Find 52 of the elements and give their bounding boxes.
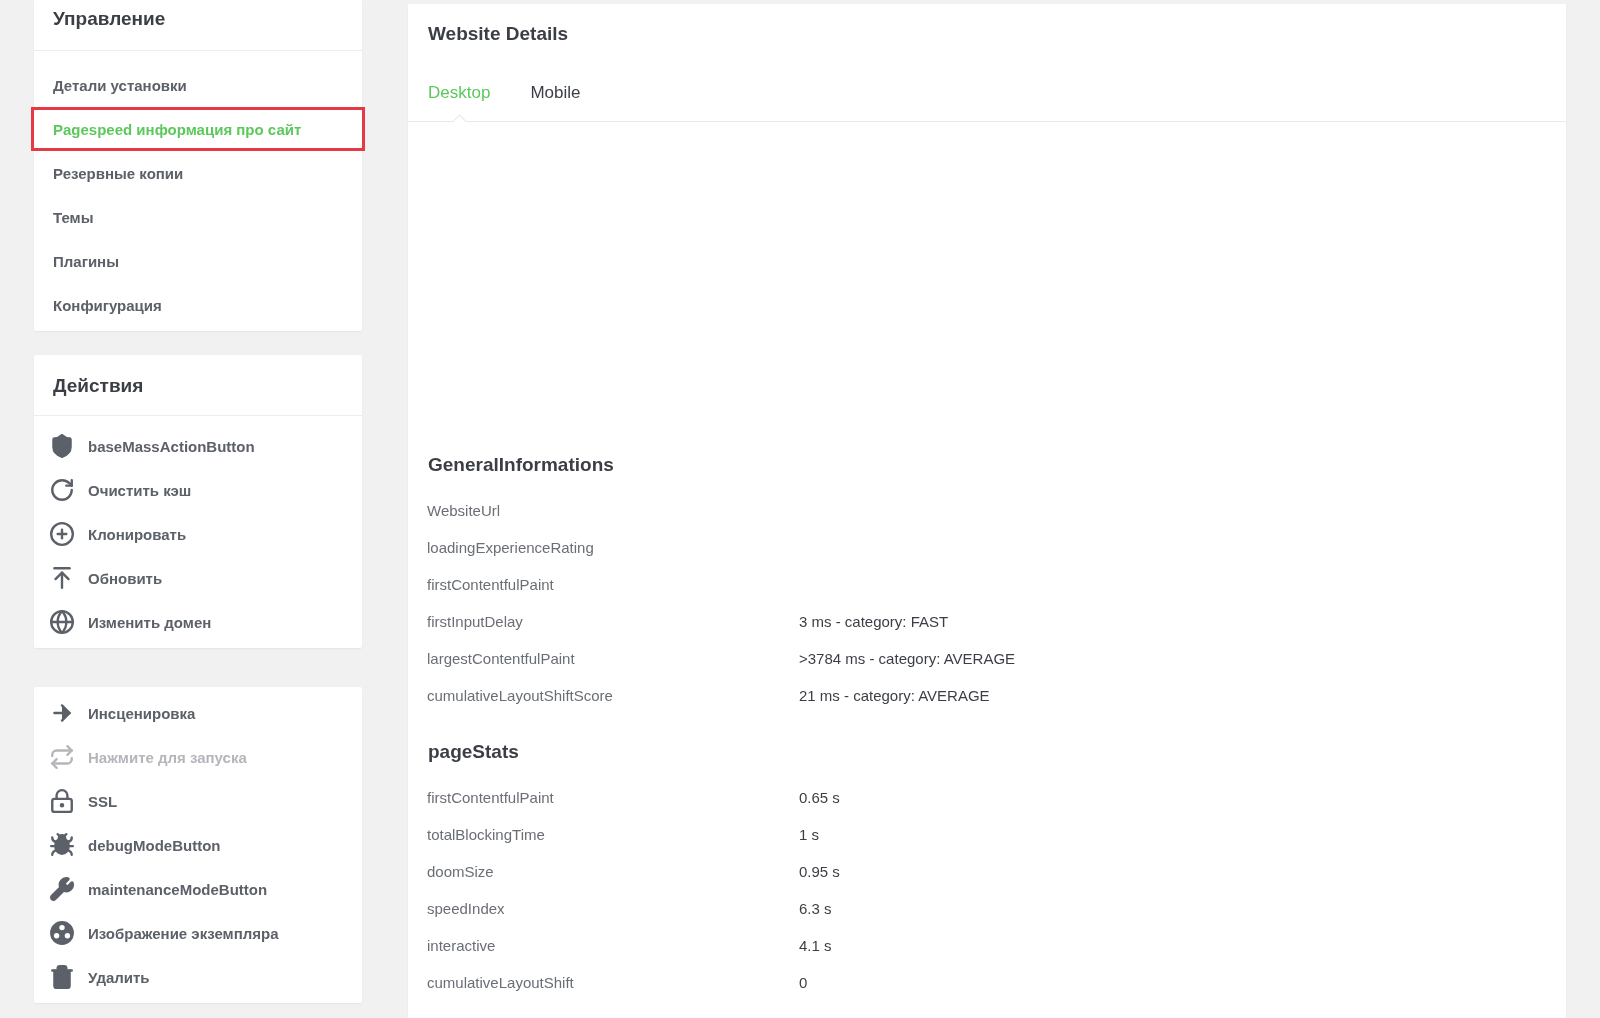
field-label: cumulativeLayoutShift — [427, 974, 575, 991]
field-value: 21 ms - category: AVERAGE — [799, 687, 990, 704]
field-value: 1 s — [799, 826, 819, 843]
action-link[interactable]: maintenanceModeButton — [88, 880, 268, 898]
field-label: firstInputDelay — [427, 613, 524, 630]
refresh-icon[interactable] — [49, 477, 75, 503]
action-link[interactable]: Изменить домен — [88, 613, 212, 631]
section-title: GeneralInformations — [427, 454, 615, 476]
section-title: pageStats — [427, 741, 520, 763]
field-value: 4.1 s — [799, 937, 832, 954]
field-label: largestContentfulPaint — [427, 650, 576, 667]
trash-icon[interactable] — [49, 964, 75, 990]
lock-icon[interactable] — [49, 788, 75, 814]
globe-icon[interactable] — [49, 609, 75, 635]
nav-item[interactable]: Детали установки — [31, 63, 365, 107]
field-label: loadingExperienceRating — [427, 539, 595, 556]
field-value: 3 ms - category: FAST — [799, 613, 949, 630]
nav-item[interactable]: Резервные копии — [31, 151, 365, 195]
action-link[interactable]: Удалить — [88, 968, 150, 986]
wrench-icon[interactable] — [49, 876, 75, 902]
action-link[interactable]: Обновить — [88, 569, 163, 587]
shield-icon[interactable] — [49, 433, 75, 459]
field-label: cumulativeLayoutShiftScore — [427, 687, 614, 704]
action-link[interactable]: baseMassActionButton — [88, 437, 255, 455]
action-link[interactable]: Очистить кэш — [88, 481, 192, 499]
field-label: speedIndex — [427, 900, 506, 917]
action-link[interactable]: Клонировать — [88, 525, 187, 543]
field-label: WebsiteUrl — [427, 502, 502, 519]
film-reel-icon — [49, 920, 75, 946]
bug-icon[interactable] — [49, 832, 75, 858]
card-title: Управление — [34, 0, 362, 51]
field-label: interactive — [427, 937, 497, 954]
field-value: 0.65 s — [799, 789, 840, 806]
field-value: 6.3 s — [799, 900, 832, 917]
panel-title: Website Details — [427, 22, 570, 45]
field-label: doomSize — [427, 863, 495, 880]
field-label: firstContentfulPaint — [427, 576, 555, 593]
nav-item[interactable]: Конфигурация — [31, 283, 365, 327]
field-label: firstContentfulPaint — [427, 789, 555, 806]
action-link[interactable]: Изображение экземпляра — [88, 924, 279, 942]
field-value: 0 — [799, 974, 808, 991]
plus-circle-icon[interactable] — [49, 521, 75, 547]
action-link[interactable]: SSL — [88, 792, 118, 810]
field-value: >3784 ms - category: AVERAGE — [799, 650, 1016, 667]
field-value: 0.95 s — [799, 863, 840, 880]
tab[interactable]: Mobile — [530, 77, 581, 121]
card-title: Действия — [34, 355, 362, 416]
action-link[interactable]: Инсценировка — [88, 704, 196, 722]
nav-item[interactable]: Плагины — [31, 239, 365, 283]
nav-item[interactable]: Темы — [31, 195, 365, 239]
field-label: totalBlockingTime — [427, 826, 546, 843]
action-link[interactable]: debugModeButton — [88, 836, 221, 854]
